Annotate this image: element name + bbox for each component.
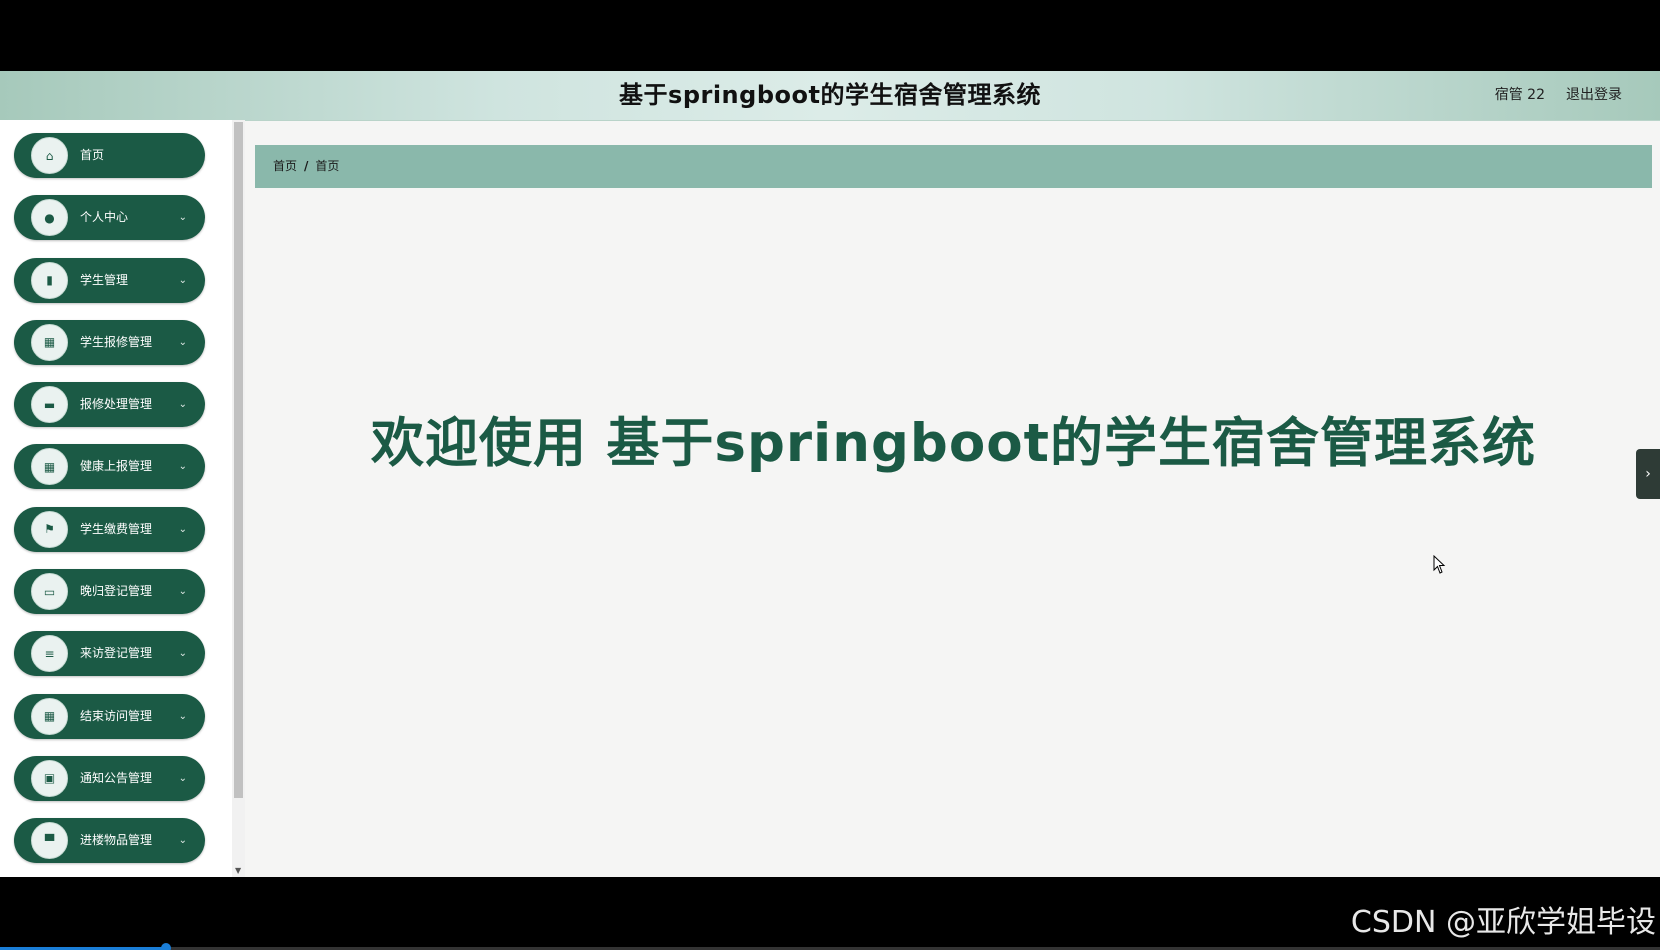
briefcase-icon: ▬ — [31, 386, 68, 424]
breadcrumb-bar: 首页 / 首页 — [255, 145, 1652, 188]
clipboard-icon: ▣ — [31, 759, 68, 797]
grid-icon: ▦ — [31, 323, 68, 361]
sidebar-menu: ⌂ 首页 ● 个人中心 ⌄ ▮ 学生管理 ⌄ ▦ 学生报修管理 ⌄ ▬ 报修处理管理 ⌄ ▦ 健康上报管理 ⌄ ⚑… — [14, 133, 206, 877]
sidebar-item-4[interactable]: ▬ 报修处理管理 ⌄ — [14, 382, 205, 428]
sidebar-item-label: 首页 — [80, 148, 105, 162]
app-window: 基于springboot的学生宿舍管理系统 宿管 22 退出登录 ⌂ 首页 ● 个人中… — [0, 71, 1660, 877]
scroll-down-arrow-icon[interactable]: ▼ — [235, 866, 241, 875]
chevron-down-icon: ⌄ — [178, 461, 187, 473]
taskbar-progress-dot — [161, 943, 171, 950]
sidebar-item-label: 晚归登记管理 — [80, 584, 153, 599]
sidebar-item-9[interactable]: ▦ 结束访问管理 ⌄ — [14, 693, 205, 739]
chevron-down-icon: ⌄ — [178, 586, 187, 598]
logout-link[interactable]: 退出登录 — [1566, 71, 1622, 120]
book-icon: ▮ — [31, 261, 68, 299]
monitor-icon: ▀ — [31, 822, 68, 860]
sidebar-item-label: 报修处理管理 — [80, 397, 153, 412]
sidebar-item-label: 通知公告管理 — [80, 770, 153, 785]
breadcrumb: 首页 / 首页 — [273, 145, 339, 188]
chevron-right-icon: › — [1645, 466, 1651, 482]
top-header: 基于springboot的学生宿舍管理系统 宿管 22 退出登录 — [0, 71, 1660, 121]
current-user: 宿管 22 — [1494, 87, 1545, 103]
sidebar: ⌂ 首页 ● 个人中心 ⌄ ▮ 学生管理 ⌄ ▦ 学生报修管理 ⌄ ▬ 报修处理管理 ⌄ ▦ 健康上报管理 ⌄ ⚑… — [0, 120, 232, 877]
list-icon: ≡ — [31, 635, 68, 673]
chevron-down-icon: ⌄ — [178, 274, 187, 286]
scrollbar-thumb[interactable] — [234, 122, 243, 798]
home-icon: ⌂ — [31, 137, 68, 174]
breadcrumb-separator: / — [304, 159, 309, 173]
breadcrumb-root[interactable]: 首页 — [273, 159, 297, 173]
chevron-down-icon: ⌄ — [178, 336, 187, 348]
sidebar-item-0[interactable]: ⌂ 首页 — [14, 133, 205, 178]
sidebar-item-label: 学生管理 — [80, 272, 129, 287]
sidebar-item-1[interactable]: ● 个人中心 ⌄ — [14, 195, 205, 241]
sidebar-scrollbar[interactable]: ▼ — [232, 120, 245, 877]
message-icon: ▭ — [31, 573, 68, 611]
watermark: CSDN @亚欣学姐毕设 — [1350, 905, 1656, 940]
grid-icon: ▦ — [31, 697, 68, 735]
sidebar-item-label: 健康上报管理 — [80, 459, 153, 474]
sidebar-item-label: 来访登记管理 — [80, 646, 153, 661]
sidebar-item-label: 结束访问管理 — [80, 708, 153, 723]
sidebar-item-label: 进楼物品管理 — [80, 833, 153, 848]
chevron-down-icon: ⌄ — [178, 772, 187, 784]
expand-panel-button[interactable]: › — [1636, 449, 1660, 499]
sidebar-item-label: 学生报修管理 — [80, 334, 153, 349]
header-title: 基于springboot的学生宿舍管理系统 — [619, 81, 1041, 109]
sidebar-item-7[interactable]: ▭ 晚归登记管理 ⌄ — [14, 569, 205, 615]
grid-icon: ▦ — [31, 448, 68, 486]
chevron-down-icon: ⌄ — [178, 212, 187, 224]
sidebar-item-label: 个人中心 — [80, 210, 129, 225]
sidebar-item-10[interactable]: ▣ 通知公告管理 ⌄ — [14, 755, 205, 801]
sidebar-item-2[interactable]: ▮ 学生管理 ⌄ — [14, 257, 205, 303]
chevron-down-icon: ⌄ — [178, 835, 187, 847]
sidebar-item-8[interactable]: ≡ 来访登记管理 ⌄ — [14, 631, 205, 677]
welcome-heading: 欢迎使用 基于springboot的学生宿舍管理系统 — [370, 413, 1536, 474]
sidebar-item-6[interactable]: ⚑ 学生缴费管理 ⌄ — [14, 506, 205, 552]
screen: 基于springboot的学生宿舍管理系统 宿管 22 退出登录 ⌂ 首页 ● 个人中… — [0, 0, 1660, 950]
chevron-down-icon: ⌄ — [178, 523, 187, 535]
chevron-down-icon: ⌄ — [178, 648, 187, 660]
user-icon: ● — [31, 199, 68, 237]
sidebar-item-label: 学生缴费管理 — [80, 521, 153, 536]
breadcrumb-current: 首页 — [315, 159, 340, 173]
sidebar-item-5[interactable]: ▦ 健康上报管理 ⌄ — [14, 444, 205, 490]
sidebar-item-3[interactable]: ▦ 学生报修管理 ⌄ — [14, 319, 205, 365]
chevron-down-icon: ⌄ — [178, 710, 187, 722]
sidebar-item-11[interactable]: ▀ 进楼物品管理 ⌄ — [14, 818, 205, 864]
flag-icon: ⚑ — [31, 510, 68, 548]
chevron-down-icon: ⌄ — [178, 399, 187, 411]
mouse-cursor-icon — [1433, 555, 1446, 574]
